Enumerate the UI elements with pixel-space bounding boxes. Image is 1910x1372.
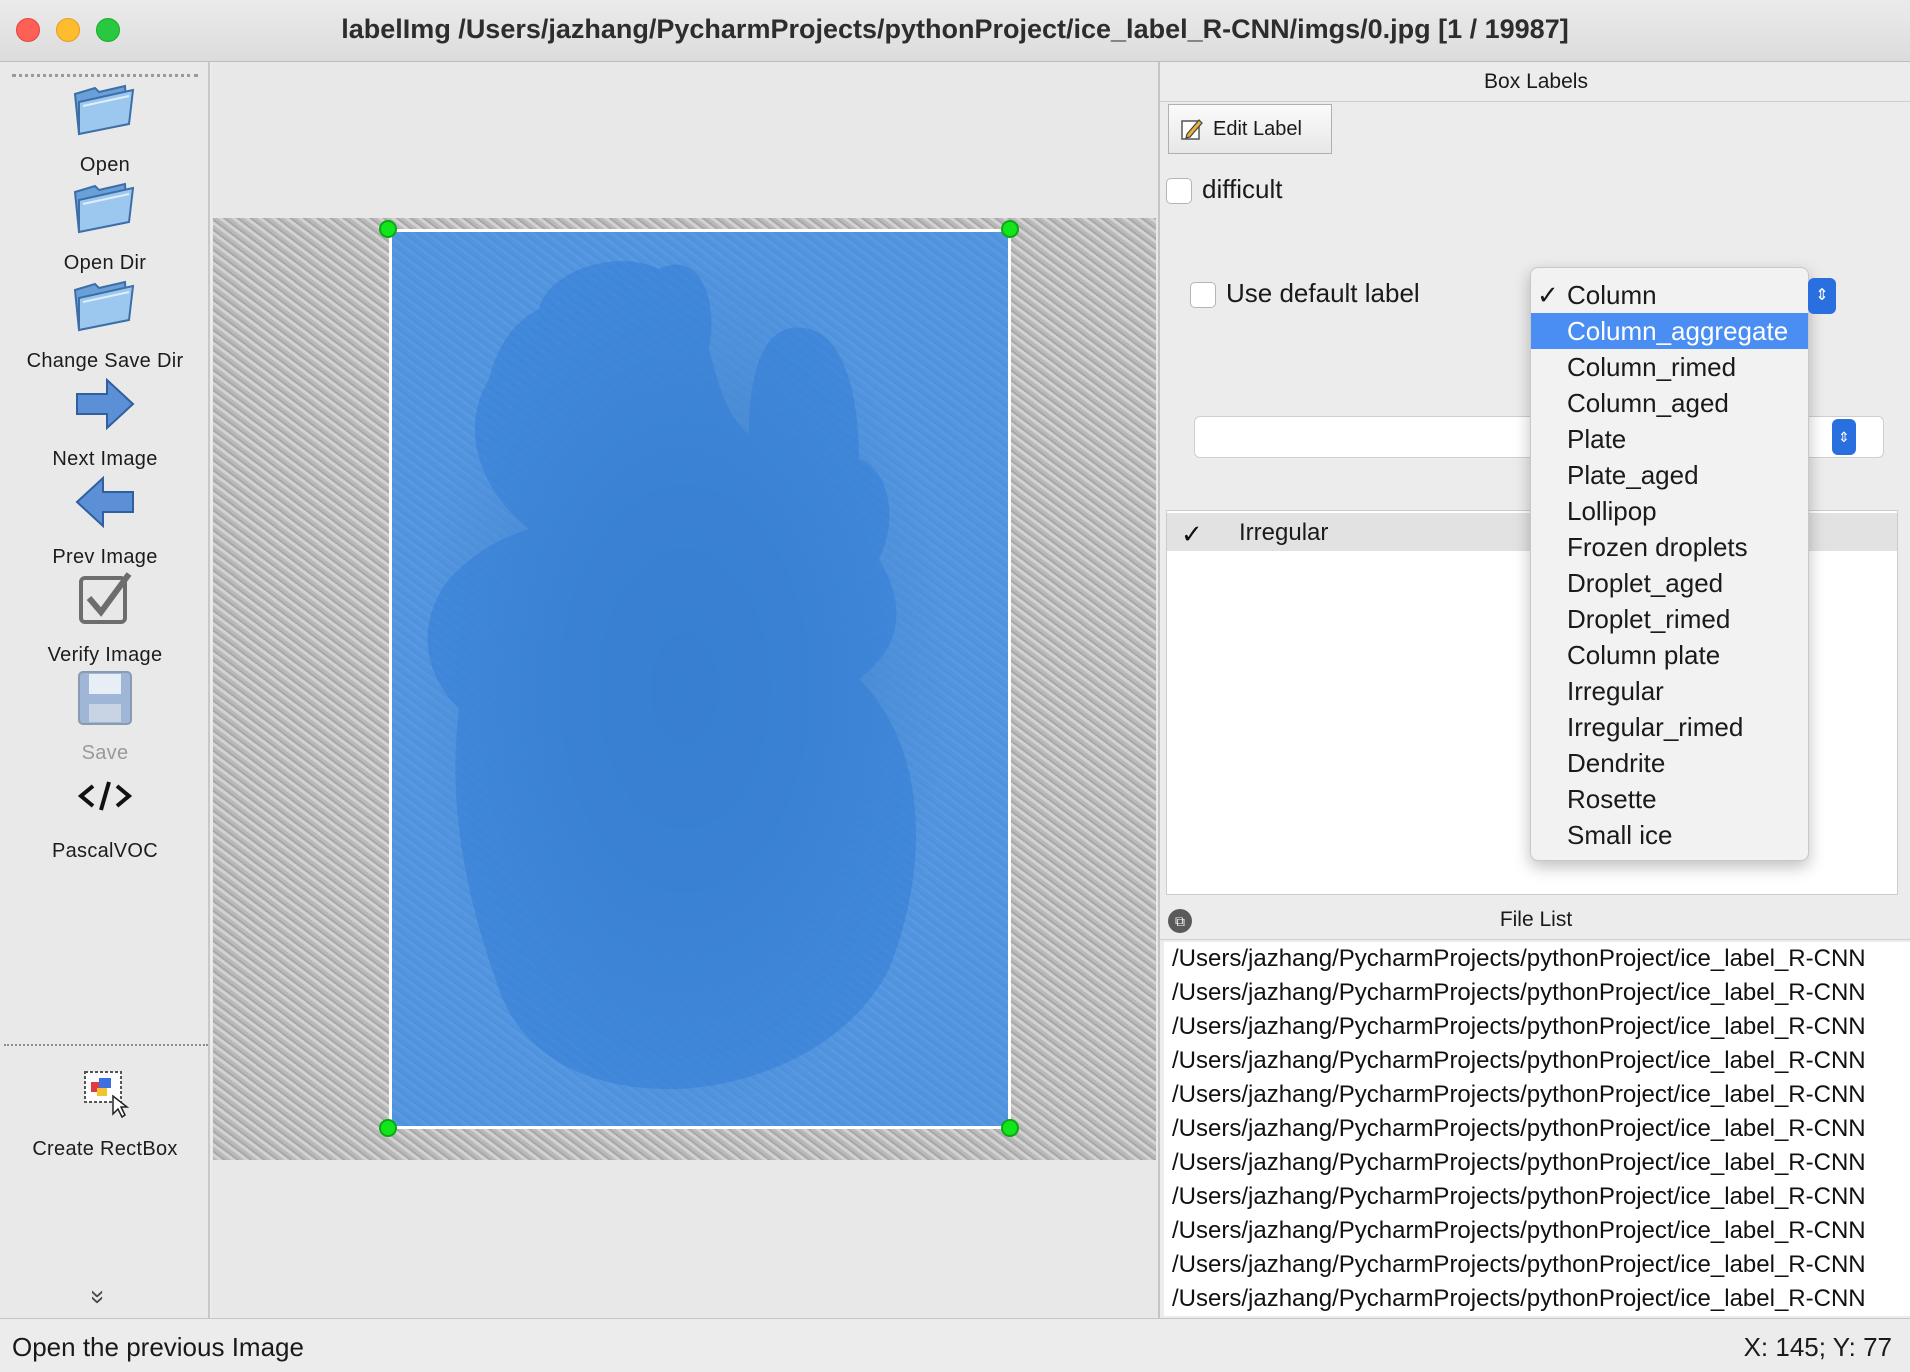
- use-default-label-text: Use default label: [1226, 278, 1420, 308]
- toolbar-separator: [4, 1044, 208, 1046]
- dropdown-option[interactable]: Column_aged: [1531, 385, 1808, 421]
- combo-arrows-icon[interactable]: ⇕: [1832, 419, 1856, 455]
- labelimg-window: labelImg /Users/jazhang/PycharmProjects/…: [0, 0, 1910, 1372]
- folder-icon: [73, 84, 135, 136]
- edit-label-text: Edit Label: [1213, 117, 1302, 140]
- create-rectbox-button[interactable]: Create RectBox: [0, 1056, 210, 1161]
- change-save-dir-button[interactable]: Change Save Dir: [0, 268, 210, 373]
- dropdown-option[interactable]: Column_rimed: [1531, 349, 1808, 385]
- file-list-item[interactable]: /Users/jazhang/PycharmProjects/pythonPro…: [1164, 1282, 1910, 1316]
- file-list-item[interactable]: /Users/jazhang/PycharmProjects/pythonPro…: [1164, 1010, 1910, 1044]
- arrow-left-icon: [75, 475, 134, 529]
- dropdown-option[interactable]: Rosette: [1531, 781, 1808, 817]
- bbox-handle-bottom-right[interactable]: [1001, 1119, 1019, 1137]
- use-default-label-checkbox[interactable]: [1190, 282, 1216, 308]
- file-list-item[interactable]: /Users/jazhang/PycharmProjects/pythonPro…: [1164, 942, 1910, 976]
- arrow-right-icon: [76, 377, 135, 431]
- status-bar: Open the previous Image X: 145; Y: 77: [0, 1318, 1910, 1372]
- checkmark-icon: ✓: [1537, 280, 1559, 310]
- create-rectbox-label: Create RectBox: [32, 1138, 178, 1160]
- file-list-item[interactable]: /Users/jazhang/PycharmProjects/pythonPro…: [1164, 1180, 1910, 1214]
- pascalvoc-label: PascalVOC: [51, 840, 159, 862]
- pascalvoc-format-button[interactable]: PascalVOC: [0, 758, 210, 863]
- dropdown-option[interactable]: Frozen droplets: [1531, 529, 1808, 565]
- next-image-button[interactable]: Next Image: [0, 366, 210, 471]
- file-list: /Users/jazhang/PycharmProjects/pythonPro…: [1164, 942, 1910, 1316]
- file-list-item[interactable]: /Users/jazhang/PycharmProjects/pythonPro…: [1164, 1146, 1910, 1180]
- pencil-icon: [1181, 119, 1203, 140]
- folder-icon: [73, 182, 135, 234]
- file-list-title: File List: [1499, 908, 1573, 931]
- file-list-item[interactable]: /Users/jazhang/PycharmProjects/pythonPro…: [1164, 1112, 1910, 1146]
- default-label-dropdown: ✓ Column Column_aggregate Column_rimed Co…: [1530, 267, 1809, 861]
- bbox-handle-bottom-left[interactable]: [379, 1119, 397, 1137]
- file-list-item[interactable]: /Users/jazhang/PycharmProjects/pythonPro…: [1164, 1078, 1910, 1112]
- dropdown-option[interactable]: Plate: [1531, 421, 1808, 457]
- dropdown-option[interactable]: Lollipop: [1531, 493, 1808, 529]
- dropdown-option[interactable]: Column plate: [1531, 637, 1808, 673]
- dropdown-option-highlighted[interactable]: Column_aggregate: [1531, 313, 1808, 349]
- cursor-coordinates: X: 145; Y: 77: [1743, 1332, 1892, 1362]
- file-list-item[interactable]: /Users/jazhang/PycharmProjects/pythonPro…: [1164, 1044, 1910, 1078]
- toolbar-more-icon[interactable]: »: [84, 1290, 114, 1304]
- file-list-item[interactable]: /Users/jazhang/PycharmProjects/pythonPro…: [1164, 976, 1910, 1010]
- file-list-header: ⧉ File List: [1160, 900, 1910, 940]
- difficult-label: difficult: [1202, 174, 1283, 204]
- bounding-box[interactable]: [389, 229, 1011, 1129]
- box-labels-title: Box Labels: [1160, 62, 1910, 102]
- dropdown-arrows-icon[interactable]: ⇕: [1808, 278, 1836, 314]
- edit-label-button[interactable]: Edit Label: [1168, 104, 1332, 154]
- difficult-checkbox[interactable]: [1166, 178, 1192, 204]
- code-icon: [77, 781, 133, 811]
- dropdown-option[interactable]: Dendrite: [1531, 745, 1808, 781]
- checkbox-icon: [79, 572, 132, 624]
- dropdown-option[interactable]: Plate_aged: [1531, 457, 1808, 493]
- prev-image-button[interactable]: Prev Image: [0, 464, 210, 569]
- open-dir-button[interactable]: Open Dir: [0, 170, 210, 275]
- file-list-item[interactable]: /Users/jazhang/PycharmProjects/pythonPro…: [1164, 1214, 1910, 1248]
- float-dock-icon[interactable]: ⧉: [1168, 909, 1192, 933]
- bbox-handle-top-right[interactable]: [1001, 220, 1019, 238]
- folder-icon: [73, 280, 135, 332]
- dropdown-option[interactable]: Irregular: [1531, 673, 1808, 709]
- dropdown-option[interactable]: Droplet_aged: [1531, 565, 1808, 601]
- dropdown-option[interactable]: Droplet_rimed: [1531, 601, 1808, 637]
- dropdown-option[interactable]: ✓ Column: [1531, 277, 1808, 313]
- bbox-handle-top-left[interactable]: [379, 220, 397, 238]
- open-button[interactable]: Open: [0, 72, 210, 177]
- rectbox-icon: [84, 1071, 130, 1119]
- verify-image-button[interactable]: Verify Image: [0, 562, 210, 667]
- label-checked-icon[interactable]: ✓: [1181, 519, 1203, 550]
- dropdown-option[interactable]: Small ice: [1531, 817, 1808, 853]
- left-toolbar: Open Open Dir Change Save Dir Next Image: [0, 62, 210, 1318]
- window-title: labelImg /Users/jazhang/PycharmProjects/…: [341, 14, 1569, 44]
- title-bar: labelImg /Users/jazhang/PycharmProjects/…: [0, 0, 1910, 62]
- floppy-disk-icon: [78, 671, 132, 725]
- dropdown-option[interactable]: Irregular_rimed: [1531, 709, 1808, 745]
- save-button[interactable]: Save: [0, 660, 210, 765]
- file-list-item[interactable]: /Users/jazhang/PycharmProjects/pythonPro…: [1164, 1248, 1910, 1282]
- label-item-text: Irregular: [1239, 519, 1329, 546]
- status-message: Open the previous Image: [12, 1332, 304, 1362]
